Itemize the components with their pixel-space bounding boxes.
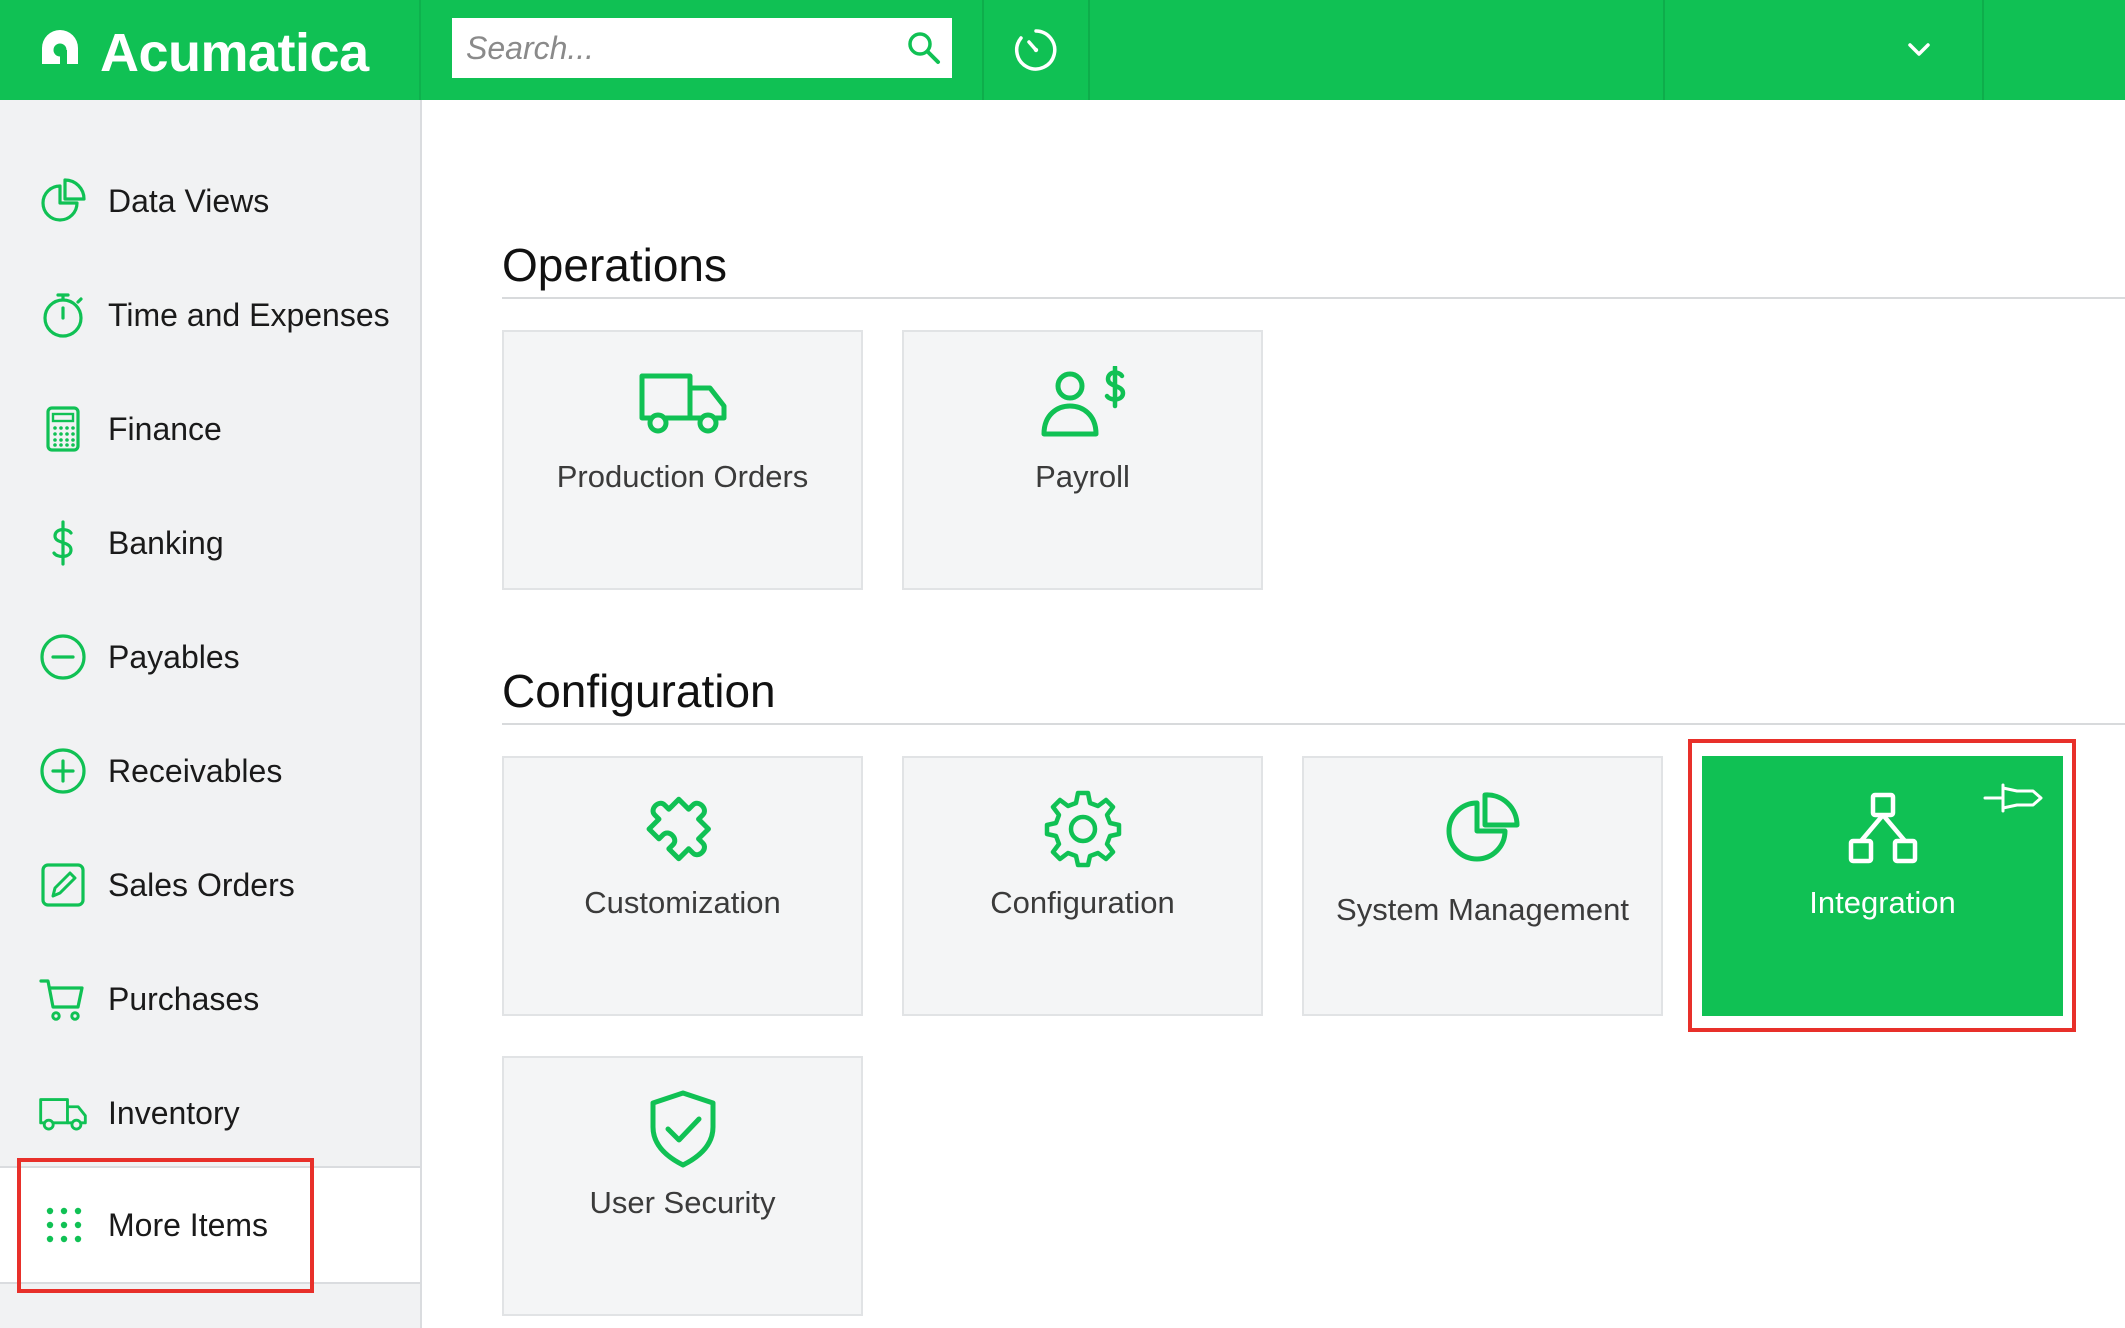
sidebar-item-sales-orders[interactable]: Sales Orders <box>0 828 420 942</box>
highlight-integration <box>1688 739 2076 1032</box>
top-bar: Acumatica <box>0 0 2125 100</box>
sidebar-item-label: Inventory <box>108 1094 240 1131</box>
search-icon[interactable] <box>904 28 944 68</box>
brand[interactable]: Acumatica <box>0 0 421 100</box>
sidebar-item-label: Finance <box>108 410 222 447</box>
truck-icon <box>38 1088 88 1138</box>
truck-icon <box>638 358 728 448</box>
sidebar-item-label: Banking <box>108 524 224 561</box>
sidebar-item-label: Purchases <box>108 980 260 1017</box>
tile-customization[interactable]: Customization <box>502 756 863 1016</box>
sidebar-item-label: Data Views <box>108 182 270 219</box>
tile-configuration[interactable]: Configuration <box>902 756 1263 1016</box>
tile-label: Configuration <box>990 885 1175 920</box>
sidebar-item-inventory[interactable]: Inventory <box>0 1056 420 1170</box>
sidebar-item-purchases[interactable]: Purchases <box>0 942 420 1056</box>
cart-icon <box>38 974 88 1024</box>
shield-check-icon <box>638 1084 728 1174</box>
sidebar-item-finance[interactable]: Finance <box>0 372 420 486</box>
sidebar-item-data-views[interactable]: Data Views <box>0 144 420 258</box>
minus-circle-icon <box>38 632 88 682</box>
search-box[interactable] <box>452 18 952 78</box>
chevron-down-icon <box>1908 43 1930 56</box>
section-divider <box>502 723 2125 725</box>
acumatica-logo-icon <box>42 30 78 65</box>
dollar-icon <box>38 518 88 568</box>
sidebar-item-banking[interactable]: Banking <box>0 486 420 600</box>
sidebar-item-label: Receivables <box>108 752 283 789</box>
brand-name: Acumatica <box>100 23 369 83</box>
sidebar-item-label: Time and Expenses <box>108 296 390 333</box>
tile-label: Production Orders <box>556 459 809 494</box>
sidebar-item-receivables[interactable]: Receivables <box>0 714 420 828</box>
tile-label: User Security <box>589 1185 776 1220</box>
section-divider <box>502 297 2125 299</box>
search-input[interactable] <box>466 26 886 70</box>
tile-payroll[interactable]: Payroll <box>902 330 1263 590</box>
plus-circle-icon <box>38 746 88 796</box>
sidebar-item-label: Sales Orders <box>108 866 295 903</box>
tile-label: System Management <box>1336 892 1629 927</box>
gear-icon <box>1038 784 1128 874</box>
section-title-operations: Operations <box>502 239 728 291</box>
edit-icon <box>38 860 88 910</box>
puzzle-icon <box>638 784 728 874</box>
pie-chart-icon <box>38 176 88 226</box>
tile-system-management[interactable]: System Management <box>1302 756 1663 1016</box>
history-button[interactable] <box>984 0 1088 100</box>
stopwatch-icon <box>38 290 88 340</box>
sidebar-item-payables[interactable]: Payables <box>0 600 420 714</box>
person-dollar-icon <box>1038 358 1128 448</box>
highlight-more-items <box>17 1158 314 1293</box>
sidebar-item-time-and-expenses[interactable]: Time and Expenses <box>0 258 420 372</box>
company-dropdown[interactable] <box>1664 0 1982 100</box>
calculator-icon <box>38 404 88 454</box>
toolbar-divider <box>1088 0 1090 100</box>
pie-chart-icon <box>1438 784 1528 874</box>
tile-production-orders[interactable]: Production Orders <box>502 330 863 590</box>
section-title-configuration: Configuration <box>502 665 776 717</box>
tile-user-security[interactable]: User Security <box>502 1056 863 1316</box>
tile-label: Payroll <box>1035 459 1130 494</box>
sidebar-item-label: Payables <box>108 638 240 675</box>
toolbar-divider <box>1982 0 1984 100</box>
sidebar: Data Views Time and Expenses Finance Ban… <box>0 100 422 1168</box>
tile-label: Customization <box>584 885 781 920</box>
history-clock-icon <box>1015 29 1057 71</box>
